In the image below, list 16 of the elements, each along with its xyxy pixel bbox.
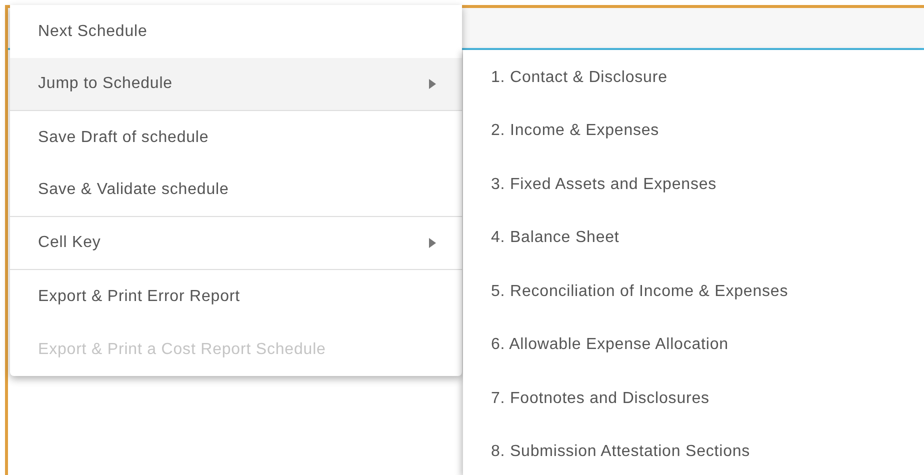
menu-item[interactable]: Cell Key xyxy=(10,217,462,270)
submenu-item[interactable]: 5. Reconciliation of Income & Expenses xyxy=(463,265,924,318)
submenu-item[interactable]: 3. Fixed Assets and Expenses xyxy=(463,158,924,212)
menu-item[interactable]: Export & Print Error Report xyxy=(10,270,462,323)
menu-item[interactable]: Next Schedule xyxy=(10,5,462,58)
submenu-item[interactable]: 4. Balance Sheet xyxy=(463,212,924,265)
menu-item[interactable]: Jump to Schedule xyxy=(10,58,462,111)
submenu-item[interactable]: 1. Contact & Disclosure xyxy=(463,51,924,104)
submenu-arrow-icon xyxy=(429,79,436,89)
submenu-item[interactable]: 2. Income & Expenses xyxy=(463,104,924,158)
submenu-item[interactable]: 7. Footnotes and Disclosures xyxy=(463,372,924,426)
menu-item[interactable]: Save & Validate schedule xyxy=(10,164,462,217)
submenu-arrow-icon xyxy=(429,238,436,248)
submenu-item[interactable]: 8. Submission Attestation Sections xyxy=(463,426,924,475)
submenu-item[interactable]: 6. Allowable Expense Allocation xyxy=(463,318,924,372)
menu-item[interactable]: Save Draft of schedule xyxy=(10,111,462,164)
